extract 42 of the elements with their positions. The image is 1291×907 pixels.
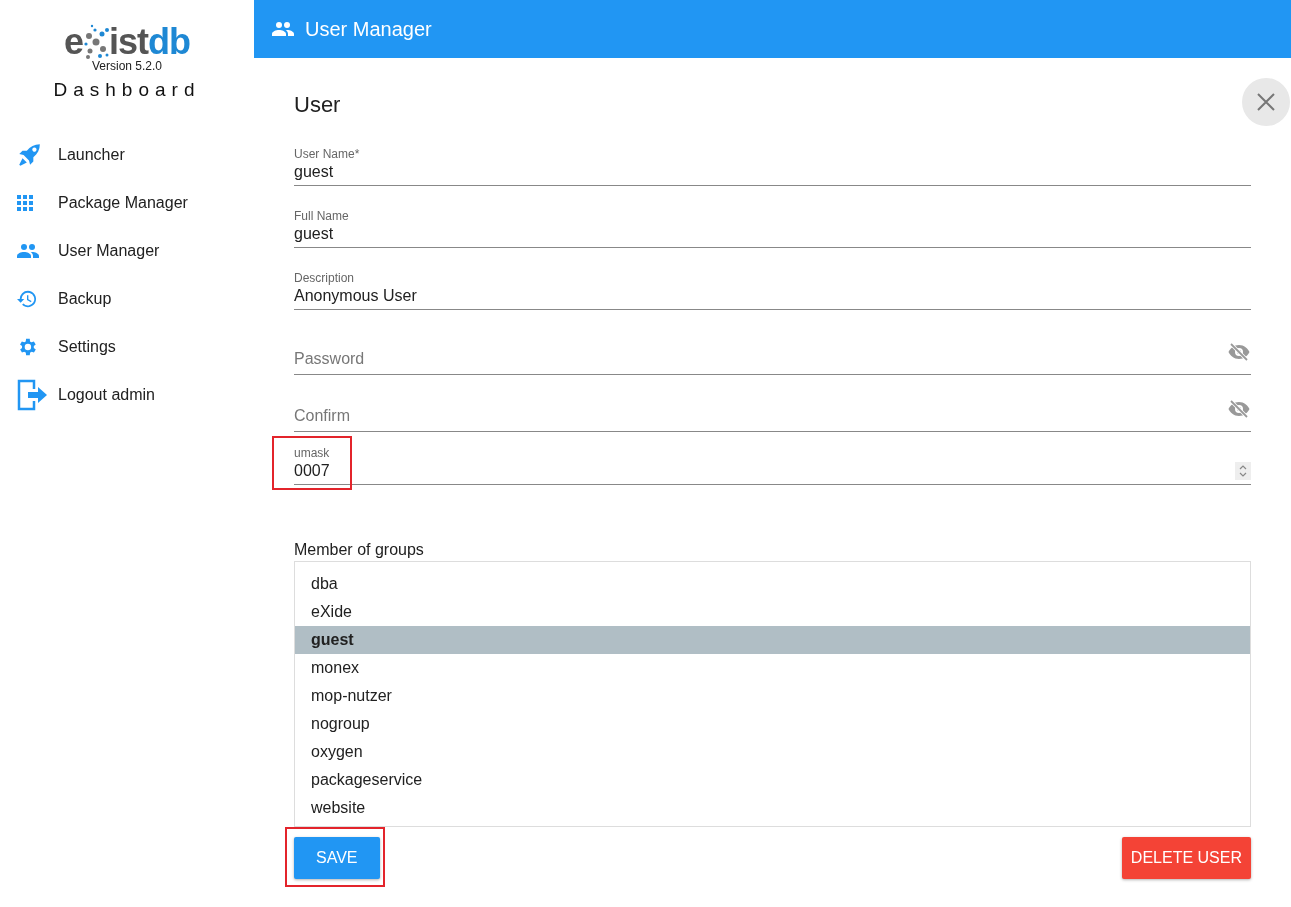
form-title: User: [294, 92, 342, 118]
sidebar-item[interactable]: Package Manager: [58, 194, 188, 212]
close-button[interactable]: [1242, 78, 1290, 126]
group-item[interactable]: nogroup: [295, 710, 1250, 738]
text-field[interactable]: Full Name guest: [294, 206, 1251, 248]
close-icon: [1256, 92, 1276, 112]
people-icon: [16, 244, 40, 258]
group-item[interactable]: packageservice: [295, 766, 1250, 794]
group-item[interactable]: dba: [295, 570, 1250, 598]
group-item[interactable]: guest: [295, 626, 1250, 654]
eye-off-icon[interactable]: [1227, 342, 1251, 362]
group-item[interactable]: mop-nutzer: [295, 682, 1250, 710]
sidebar-item[interactable]: Backup: [58, 290, 112, 308]
group-item[interactable]: website: [295, 794, 1250, 822]
groups-label: Member of groups: [294, 541, 425, 559]
logout-icon: [16, 378, 48, 412]
group-item[interactable]: oxygen: [295, 738, 1250, 766]
dots-logo-icon: [83, 24, 109, 60]
group-item[interactable]: monex: [295, 654, 1250, 682]
sidebar-item[interactable]: Logout admin: [58, 386, 155, 404]
sidebar-item[interactable]: User Manager: [58, 242, 160, 260]
sidebar-item[interactable]: Launcher: [58, 146, 125, 164]
header-title: User Manager: [305, 17, 432, 41]
history-icon: [16, 289, 38, 309]
password-field[interactable]: Password: [294, 330, 1251, 375]
text-field[interactable]: User Name* guest: [294, 144, 1251, 186]
number-field[interactable]: umask 0007: [294, 444, 1251, 485]
version-text: Version 5.2.0: [91, 59, 163, 73]
logo-text: e: [64, 24, 83, 60]
logo-text: db: [148, 24, 190, 60]
rocket-icon: [16, 142, 42, 168]
dashboard-title: Dashboard: [53, 79, 201, 101]
spinner-icon[interactable]: [1235, 462, 1251, 480]
text-field[interactable]: Description Anonymous User: [294, 268, 1251, 310]
logo-text: ist: [109, 24, 149, 60]
eye-off-icon[interactable]: [1227, 399, 1251, 419]
people-icon: [271, 22, 295, 36]
sidebar-item[interactable]: Settings: [58, 338, 116, 356]
group-item[interactable]: eXide: [295, 598, 1250, 626]
grid-icon: [16, 194, 34, 212]
delete-button[interactable]: DELETE USER: [1121, 837, 1251, 879]
password-field[interactable]: Confirm: [294, 387, 1251, 432]
